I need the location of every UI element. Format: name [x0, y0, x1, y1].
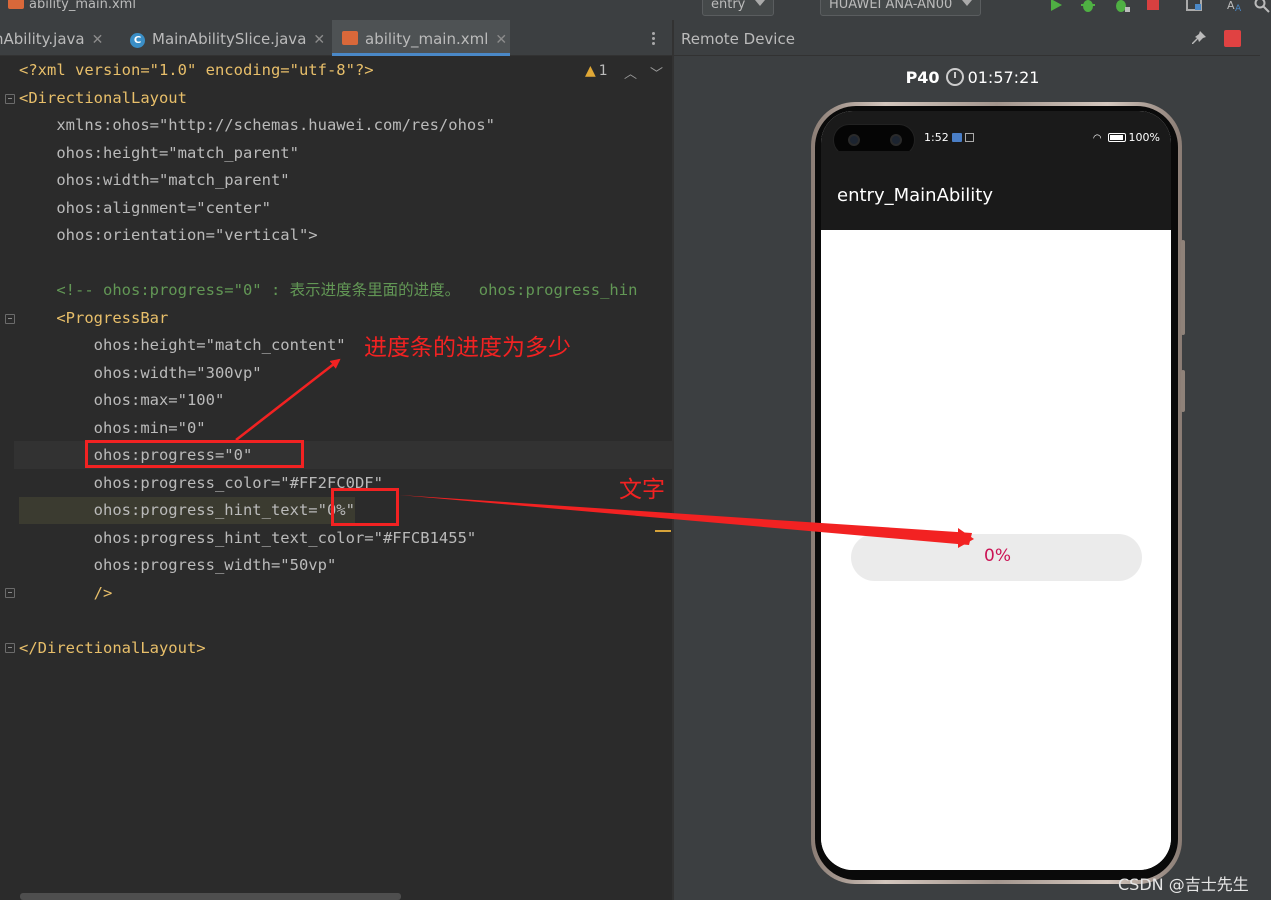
xml-file-icon — [8, 0, 24, 9]
annotation-box-progress — [85, 440, 304, 468]
wifi-icon: ◠ — [1092, 133, 1102, 144]
code-line-hint-text: ohos:progress_hint_text="0%" — [19, 497, 355, 524]
code-line: ohos:orientation="vertical"> — [19, 226, 318, 244]
phone-screen[interactable]: 1:52 ◠ 100% entry_MainAbility 0% — [821, 111, 1171, 870]
fold-marker-icon[interactable] — [5, 94, 15, 104]
code-comment-line: <!-- ohos:progress="0" : 表示进度条里面的进度。 oho… — [19, 281, 638, 299]
code-line: ohos:progress_hint_text_color="#FFCB1455… — [19, 529, 477, 547]
chevron-down-icon — [755, 0, 766, 6]
run-config-selector[interactable]: entry — [702, 0, 775, 16]
tab-label: MainAbilitySlice.java — [152, 30, 307, 48]
power-button — [1181, 370, 1185, 412]
device-selector[interactable]: HUAWEI ANA-AN00 — [820, 0, 982, 16]
tab-label: ability_main.xml — [365, 30, 489, 48]
code-line: ohos:alignment="center" — [19, 199, 271, 217]
tab-mainabilityslice-java[interactable]: C MainAbilitySlice.java ✕ — [130, 20, 332, 56]
notification-icon — [964, 133, 974, 142]
translate-icon[interactable]: AA — [1227, 0, 1243, 13]
change-marker — [655, 530, 671, 532]
panel-title: Remote Device — [681, 30, 795, 48]
inspection-warning-indicator[interactable]: ▲ 1 — [585, 63, 608, 79]
horizontal-scrollbar[interactable] — [20, 893, 401, 900]
remote-device-panel: Remote Device P40 01:57:21 1:52 ◠ 100% ent… — [674, 20, 1271, 900]
warning-icon: ▲ — [585, 63, 596, 79]
stop-icon[interactable] — [1145, 0, 1161, 13]
fold-marker-icon[interactable] — [5, 588, 15, 598]
chevron-down-icon[interactable]: ﹀ — [650, 63, 663, 82]
svg-text:A: A — [1235, 4, 1242, 13]
battery-level: 100% — [1128, 131, 1160, 144]
code-line: <ProgressBar — [19, 309, 169, 327]
device-model: P40 — [905, 68, 940, 87]
tab-label: nAbility.java — [0, 30, 85, 48]
annotation-label-progress: 进度条的进度为多少 — [364, 335, 571, 361]
remote-device-header: Remote Device — [674, 20, 1271, 56]
notification-icon — [951, 133, 962, 142]
volume-button — [1181, 240, 1185, 335]
annotation-label-text: 文字 — [619, 477, 665, 503]
run-icon[interactable] — [1048, 0, 1064, 13]
code-line: ohos:min="0" — [19, 419, 206, 437]
status-time-text: 1:52 — [924, 131, 949, 144]
java-class-icon: C — [130, 33, 145, 48]
code-line: ohos:height="match_parent" — [19, 144, 299, 162]
more-options-icon[interactable] — [652, 30, 658, 47]
fold-marker-icon[interactable] — [5, 643, 15, 653]
device-info: P40 01:57:21 — [674, 68, 1271, 87]
timer-icon — [945, 68, 964, 86]
watermark: CSDN @吉士先生 — [1118, 875, 1249, 894]
stop-device-icon[interactable] — [1224, 30, 1241, 47]
tab-nability-java[interactable]: nAbility.java ✕ — [0, 20, 118, 56]
code-editor[interactable]: ▲ 1 ︿ ﹀ <?xml version="1.0" encoding="utf… — [0, 57, 672, 900]
tab-ability-main-xml[interactable]: ability_main.xml ✕ — [332, 20, 510, 56]
chevron-up-icon[interactable]: ︿ — [624, 63, 637, 82]
xml-file-icon — [342, 31, 358, 45]
status-bar: 1:52 ◠ 100% — [821, 111, 1171, 156]
progress-hint-text: 0% — [984, 546, 1011, 566]
top-toolbar: ability_main.xml entry HUAWEI ANA-AN00 A… — [0, 0, 1271, 20]
attach-debugger-icon[interactable] — [1114, 0, 1130, 13]
device-label: HUAWEI ANA-AN00 — [829, 0, 953, 12]
battery-icon — [1107, 133, 1126, 142]
code-line: xmlns:ohos="http://schemas.huawei.com/re… — [19, 116, 495, 134]
run-config-label: entry — [711, 0, 746, 12]
code-line: ohos:width="match_parent" — [19, 171, 290, 189]
warning-count: 1 — [598, 63, 608, 79]
file-title-text: ability_main.xml — [29, 0, 136, 12]
annotation-box-hint-text — [331, 488, 399, 526]
app-title-bar: entry_MainAbility — [821, 151, 1171, 230]
status-indicators: ◠ 100% — [1093, 131, 1160, 144]
svg-text:A: A — [1227, 0, 1235, 12]
progress-bar: 0% — [851, 534, 1142, 581]
code-line: <DirectionalLayout — [19, 89, 187, 107]
app-content: 0% — [821, 230, 1171, 870]
code-line: ohos:progress_width="50vp" — [19, 556, 337, 574]
pin-icon[interactable] — [1192, 31, 1206, 45]
close-icon[interactable]: ✕ — [92, 32, 104, 48]
app-title: entry_MainAbility — [837, 185, 994, 206]
window-file-title: ability_main.xml — [8, 0, 136, 12]
chevron-down-icon — [962, 0, 973, 6]
session-timer: 01:57:21 — [967, 68, 1040, 87]
fold-marker-icon[interactable] — [5, 314, 15, 324]
code-line: ohos:height="match_content" — [19, 336, 346, 354]
code-line: <?xml version="1.0" encoding="utf-8"?> — [19, 61, 374, 79]
panel-edge-strip — [1260, 20, 1271, 900]
code-line: ohos:width="300vp" — [19, 364, 262, 382]
close-icon[interactable]: ✕ — [495, 32, 507, 48]
status-time: 1:52 — [924, 131, 974, 144]
editor-tab-bar: nAbility.java ✕ C MainAbilitySlice.java ✕ a… — [0, 20, 672, 56]
code-line: ohos:max="100" — [19, 391, 225, 409]
debug-icon[interactable] — [1080, 0, 1096, 13]
close-icon[interactable]: ✕ — [313, 32, 325, 48]
code-line: /> — [19, 584, 113, 602]
search-icon[interactable] — [1254, 0, 1270, 13]
code-line: </DirectionalLayout> — [19, 639, 206, 657]
editor-gutter — [0, 57, 15, 900]
device-manager-icon[interactable] — [1186, 0, 1202, 13]
code-line: ohos:progress_color="#FF2FC0DF" — [19, 474, 383, 492]
